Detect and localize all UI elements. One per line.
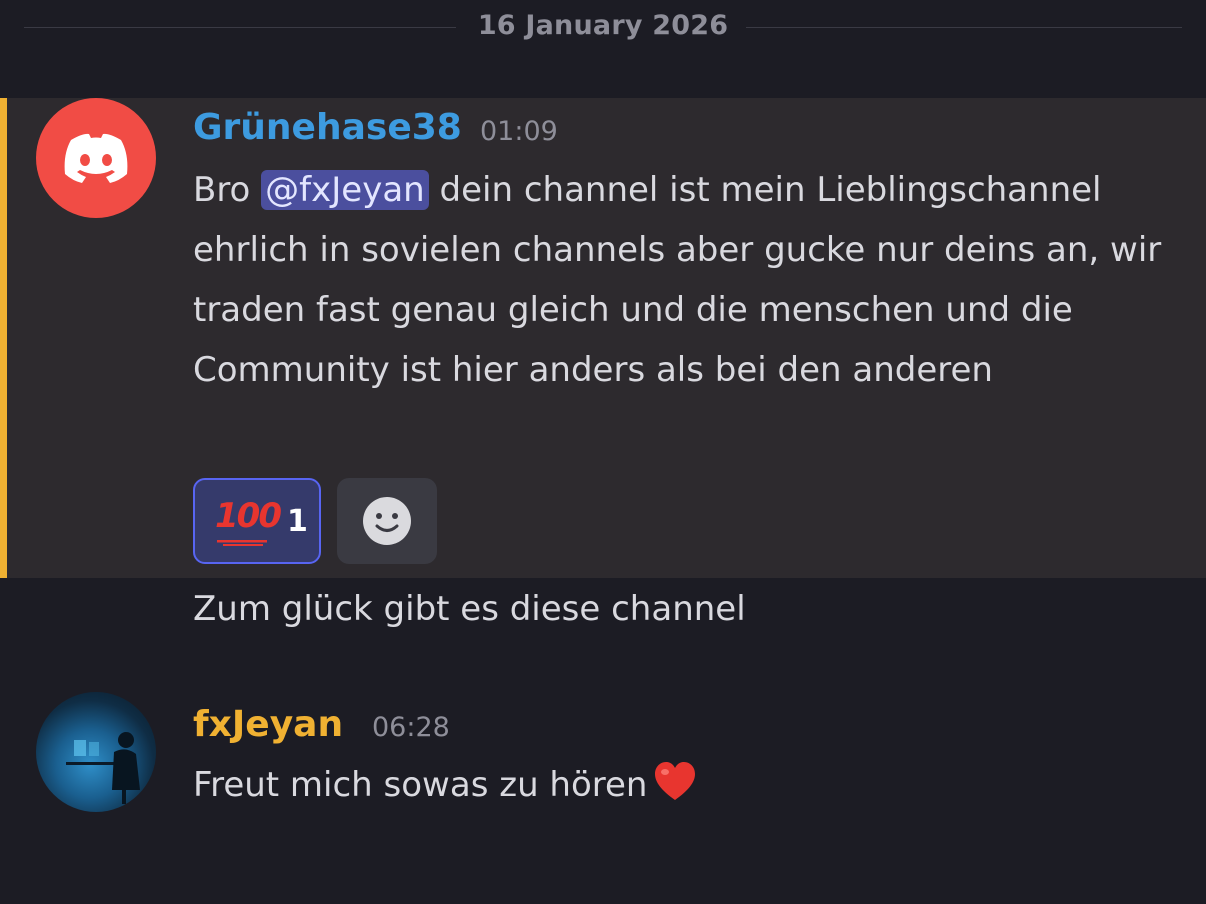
date-label: 16 January 2026	[477, 10, 729, 41]
reaction-hundred-points[interactable]: 100 1	[193, 478, 321, 564]
avatar[interactable]	[36, 692, 156, 812]
message-author[interactable]: Grünehase38	[193, 106, 462, 150]
reaction-count: 1	[287, 504, 308, 539]
message-content: Freut mich sowas zu hören	[193, 755, 1183, 815]
date-divider: 16 January 2026	[0, 0, 1206, 56]
avatar[interactable]	[36, 98, 156, 218]
user-mention[interactable]: @fxJeyan	[261, 170, 429, 210]
message-content: Bro @fxJeyan dein channel ist mein Liebl…	[193, 160, 1183, 400]
red-heart-emoji	[655, 762, 696, 800]
message-text: Freut mich sowas zu hören	[193, 765, 648, 805]
smiley-icon	[363, 497, 411, 545]
avatar-photo-icon	[66, 732, 140, 804]
divider-line-right	[746, 27, 1182, 28]
highlight-accent-bar	[0, 98, 7, 578]
message-timestamp: 01:09	[480, 116, 558, 147]
hundred-points-underline	[217, 540, 267, 546]
add-reaction-button[interactable]	[337, 478, 437, 564]
discord-logo-icon	[64, 133, 128, 183]
chat-view: 16 January 2026 Grünehase38 01:09 Bro @f…	[0, 0, 1206, 904]
message-text-start: Bro	[193, 170, 262, 210]
message-author[interactable]: fxJeyan	[193, 703, 343, 747]
message-timestamp: 06:28	[372, 712, 450, 743]
followup-message: Zum glück gibt es diese channel	[193, 589, 746, 629]
hundred-points-emoji: 100	[215, 496, 282, 536]
